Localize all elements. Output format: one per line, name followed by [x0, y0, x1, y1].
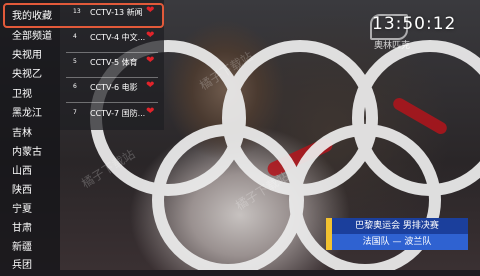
channel-row[interactable]: 6 CCTV-6 电影 ❤ — [60, 76, 164, 100]
channel-number: 5 — [73, 58, 77, 65]
channel-row[interactable]: 5 CCTV-5 体育 ❤ — [60, 51, 164, 75]
channel-name: CCTV-4 中文... — [90, 33, 146, 42]
channel-name: CCTV-7 国防... — [90, 109, 146, 118]
channel-logo-subtitle: 奥林匹克 — [374, 41, 411, 51]
channel-number: 7 — [73, 109, 77, 116]
selection-focus-frame — [3, 3, 164, 28]
channel-row[interactable]: 4 CCTV-4 中文... ❤ — [60, 26, 164, 50]
heart-icon[interactable]: ❤ — [146, 80, 154, 91]
category-item[interactable]: 山西 — [0, 161, 60, 182]
caption-teams: 法国队 — 波兰队 — [326, 234, 468, 250]
category-item[interactable]: 内蒙古 — [0, 142, 60, 163]
category-item[interactable]: 陕西 — [0, 180, 60, 201]
category-item-all[interactable]: 全部频道 — [0, 26, 60, 47]
category-item[interactable]: 卫视 — [0, 84, 60, 105]
channel-name: CCTV-6 电影 — [90, 83, 138, 92]
category-sidebar: 我的收藏 全部频道 央视用 央视乙 卫视 黑龙江 吉林 内蒙古 山西 陕西 宁夏… — [0, 0, 60, 271]
channel-name: CCTV-5 体育 — [90, 58, 138, 67]
category-item[interactable]: 央视乙 — [0, 64, 60, 85]
clock-time: 13:50:12 — [372, 14, 457, 34]
list-divider — [66, 102, 158, 103]
heart-icon[interactable]: ❤ — [146, 106, 154, 117]
channel-number: 6 — [73, 83, 77, 90]
heart-icon[interactable]: ❤ — [146, 55, 154, 66]
caption-accent-bar — [326, 218, 332, 250]
category-item[interactable]: 兵团 — [0, 255, 60, 276]
caption-title: 巴黎奥运会 男排决赛 — [326, 218, 468, 234]
heart-icon[interactable]: ❤ — [146, 30, 154, 41]
category-item[interactable]: 甘肃 — [0, 218, 60, 239]
channel-number: 4 — [73, 33, 77, 40]
category-item[interactable]: 宁夏 — [0, 199, 60, 220]
category-item[interactable]: 吉林 — [0, 123, 60, 144]
match-caption: 巴黎奥运会 男排决赛 法国队 — 波兰队 — [326, 218, 468, 254]
channel-row[interactable]: 7 CCTV-7 国防... ❤ — [60, 102, 164, 126]
list-divider — [66, 77, 158, 78]
category-item[interactable]: 黑龙江 — [0, 103, 60, 124]
category-item[interactable]: 央视用 — [0, 45, 60, 66]
list-divider — [66, 52, 158, 53]
